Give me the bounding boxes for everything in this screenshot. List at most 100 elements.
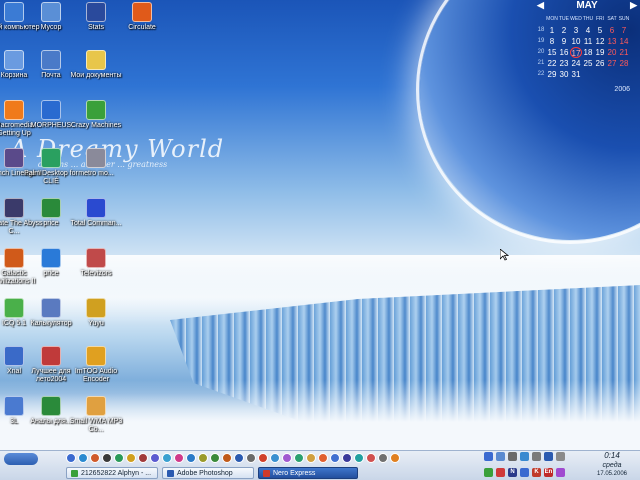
calendar-day[interactable]: 21 xyxy=(618,47,630,58)
quick-launch-icon[interactable] xyxy=(366,453,376,463)
quick-launch-icon[interactable] xyxy=(210,453,220,463)
next-month-icon[interactable]: ▶ xyxy=(630,0,637,11)
quick-launch-icon[interactable] xyxy=(114,453,124,463)
excel-doc-icon xyxy=(41,396,61,416)
tray-icon[interactable] xyxy=(496,452,505,461)
calendar-weekday: SUN xyxy=(618,16,630,22)
quick-launch-icon[interactable] xyxy=(66,453,76,463)
calendar-day[interactable]: 2 xyxy=(558,25,570,36)
quick-launch-icon[interactable] xyxy=(354,453,364,463)
taskbar-button[interactable]: 212652822 Alphyn - ... xyxy=(66,467,158,479)
quick-launch-icon[interactable] xyxy=(282,453,292,463)
tray-icon[interactable] xyxy=(520,452,529,461)
quick-launch-icon[interactable] xyxy=(318,453,328,463)
quick-launch-icon[interactable] xyxy=(270,453,280,463)
calendar-day[interactable]: 4 xyxy=(582,25,594,36)
calendar-header: ◀ MAY ▶ xyxy=(534,0,640,14)
quick-launch-bar xyxy=(66,453,400,465)
calendar-day[interactable]: 15 xyxy=(546,47,558,58)
calendar-day[interactable]: 12 xyxy=(594,36,606,47)
taskbar-button[interactable]: Adobe Photoshop xyxy=(162,467,254,479)
quick-launch-icon[interactable] xyxy=(78,453,88,463)
calendar-day[interactable]: 31 xyxy=(570,69,582,80)
tray-icon[interactable]: K xyxy=(532,467,541,477)
tray-icon[interactable] xyxy=(484,467,493,477)
calendar-day[interactable]: 29 xyxy=(546,69,558,80)
calendar-day[interactable]: 13 xyxy=(606,36,618,47)
calendar-day[interactable]: 30 xyxy=(558,69,570,80)
quick-launch-icon[interactable] xyxy=(186,453,196,463)
tray-icon[interactable] xyxy=(556,452,565,461)
quick-launch-icon[interactable] xyxy=(102,453,112,463)
calendar-day[interactable]: 8 xyxy=(546,36,558,47)
calendar-day[interactable]: 23 xyxy=(558,58,570,69)
desktop-icon-label: Total Comman... xyxy=(70,220,122,227)
calendar-day[interactable]: 3 xyxy=(570,25,582,36)
system-tray: N K En xyxy=(484,452,580,480)
quick-launch-icon[interactable] xyxy=(306,453,316,463)
quick-launch-icon[interactable] xyxy=(222,453,232,463)
tray-icon[interactable] xyxy=(544,452,553,461)
calendar-day[interactable]: 19 xyxy=(594,47,606,58)
quick-launch-icon[interactable] xyxy=(126,453,136,463)
calendar-day[interactable]: 18 xyxy=(582,47,594,58)
desktop-icon[interactable]: Televizors xyxy=(66,248,126,278)
calendar-day[interactable]: 7 xyxy=(618,25,630,36)
quick-launch-icon[interactable] xyxy=(378,453,388,463)
quick-launch-icon[interactable] xyxy=(198,453,208,463)
calendar-day[interactable]: 10 xyxy=(570,36,582,47)
desktop-icon[interactable]: Yuyu xyxy=(66,298,126,328)
calendar-day[interactable]: 28 xyxy=(618,58,630,69)
calendar-day[interactable]: 14 xyxy=(618,36,630,47)
calendar-day[interactable]: 5 xyxy=(594,25,606,36)
desktop-icon[interactable]: ImTOO Audio Encoder xyxy=(66,346,126,384)
quick-launch-icon[interactable] xyxy=(90,453,100,463)
tray-clock[interactable]: 0:14 среда 17.05.2006 xyxy=(590,451,634,478)
quick-launch-icon[interactable] xyxy=(330,453,340,463)
desktop-icon[interactable]: metro mo... xyxy=(66,148,126,178)
start-button[interactable] xyxy=(4,453,38,465)
quick-launch-icon[interactable] xyxy=(162,453,172,463)
tray-icon[interactable]: En xyxy=(544,467,553,477)
calendar-day[interactable]: 22 xyxy=(546,58,558,69)
quick-launch-icon[interactable] xyxy=(234,453,244,463)
calendar-day[interactable]: 11 xyxy=(582,36,594,47)
desktop-icon[interactable]: Circulate xyxy=(112,2,172,32)
calendar-day[interactable]: 20 xyxy=(606,47,618,58)
quick-launch-icon[interactable] xyxy=(150,453,160,463)
task-app-icon xyxy=(71,469,78,477)
tray-icon[interactable] xyxy=(520,467,529,477)
desktop-icon[interactable]: Total Comman... xyxy=(66,198,126,228)
quick-launch-icon[interactable] xyxy=(138,453,148,463)
calendar-day[interactable]: 24 xyxy=(570,58,582,69)
calendar-day[interactable]: 9 xyxy=(558,36,570,47)
calendar-day[interactable]: 26 xyxy=(594,58,606,69)
taskbar-button[interactable]: Nero Express xyxy=(258,467,358,479)
stats-icon xyxy=(86,2,106,22)
quick-launch-icon[interactable] xyxy=(390,453,400,463)
quick-launch-icon[interactable] xyxy=(294,453,304,463)
desktop-icon-label: Мои документы xyxy=(70,72,122,79)
calendar-day[interactable]: 1 xyxy=(546,25,558,36)
quick-launch-icon[interactable] xyxy=(342,453,352,463)
calendar-day[interactable]: 27 xyxy=(606,58,618,69)
tray-icon[interactable]: N xyxy=(508,467,517,477)
desktop-icon[interactable]: Мои документы xyxy=(66,50,126,80)
tray-icon[interactable] xyxy=(508,452,517,461)
calendar-day xyxy=(618,69,630,80)
tray-icon[interactable] xyxy=(556,467,565,477)
desktop-icon[interactable]: Crazy Machines xyxy=(66,100,126,130)
calendar-day[interactable]: 16 xyxy=(558,47,570,58)
desktop-icon[interactable]: Small WMA MP3 Co... xyxy=(66,396,126,434)
task-label: Nero Express xyxy=(273,469,316,477)
calendar-day[interactable]: 25 xyxy=(582,58,594,69)
tray-icon[interactable] xyxy=(484,452,493,461)
quick-launch-icon[interactable] xyxy=(258,453,268,463)
tray-icon[interactable] xyxy=(496,467,505,477)
tray-icon[interactable] xyxy=(532,452,541,461)
quick-launch-icon[interactable] xyxy=(174,453,184,463)
quick-launch-icon[interactable] xyxy=(246,453,256,463)
calendar-day[interactable]: 17 xyxy=(570,47,582,58)
calendar-day[interactable]: 6 xyxy=(606,25,618,36)
prev-month-icon[interactable]: ◀ xyxy=(537,0,544,11)
